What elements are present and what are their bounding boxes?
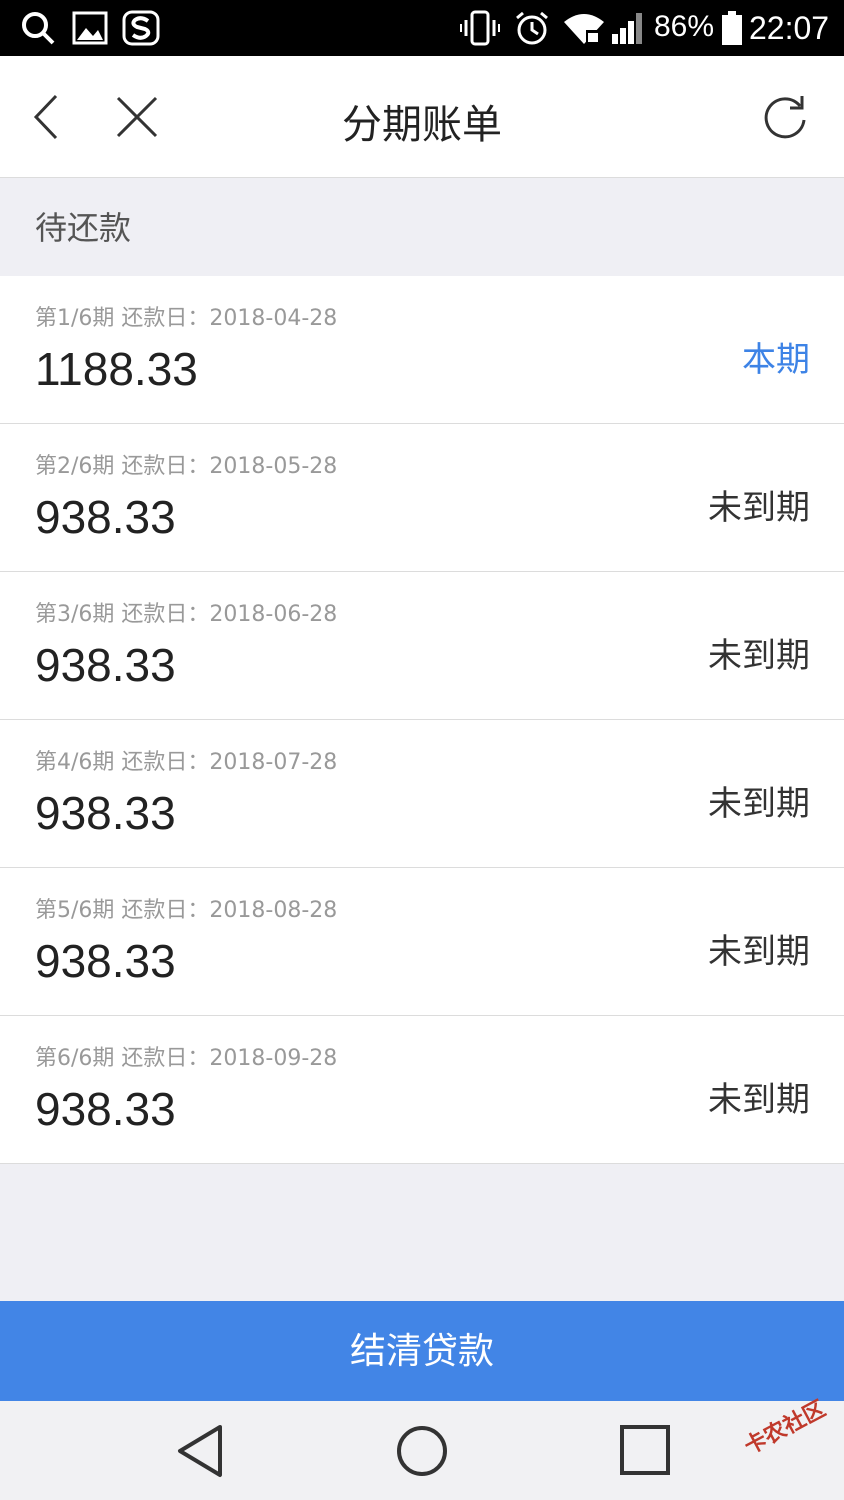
page-title: 分期账单 (342, 102, 502, 148)
refresh-icon[interactable] (760, 92, 810, 142)
installment-amount: 938.33 (35, 1083, 176, 1135)
installment-list: 第1/6期 还款日：2018-04-28 1188.33 本期 第2/6期 还款… (0, 276, 844, 1164)
installment-row[interactable]: 第4/6期 还款日：2018-07-28 938.33 未到期 (0, 720, 844, 868)
signal-icon (612, 13, 642, 44)
home-circle-icon[interactable] (392, 1423, 452, 1479)
installment-row[interactable]: 第6/6期 还款日：2018-09-28 938.33 未到期 (0, 1016, 844, 1164)
app-header: 分期账单 (0, 56, 844, 178)
installment-amount: 938.33 (35, 935, 176, 987)
status-bar: 86% 22:07 (0, 0, 844, 56)
battery-percent: 86% (654, 10, 715, 43)
installment-row[interactable]: 第5/6期 还款日：2018-08-28 938.33 未到期 (0, 868, 844, 1016)
installment-status: 未到期 (708, 784, 810, 824)
installment-amount: 938.33 (35, 491, 176, 543)
installment-amount: 938.33 (35, 787, 176, 839)
installment-meta: 第5/6期 还款日：2018-08-28 (35, 898, 338, 923)
alarm-icon (516, 11, 548, 45)
clock: 22:07 (749, 10, 830, 46)
installment-meta: 第2/6期 还款日：2018-05-28 (35, 454, 338, 479)
installment-meta: 第6/6期 还款日：2018-09-28 (35, 1046, 338, 1071)
installment-status: 本期 (742, 340, 810, 380)
installment-meta: 第4/6期 还款日：2018-07-28 (35, 750, 338, 775)
wifi-icon (564, 14, 604, 44)
system-nav-bar (0, 1401, 844, 1500)
section-label: 待还款 (35, 209, 132, 247)
vibrate-icon (460, 10, 500, 46)
installment-row[interactable]: 第3/6期 还款日：2018-06-28 938.33 未到期 (0, 572, 844, 720)
installment-meta: 第1/6期 还款日：2018-04-28 (35, 306, 338, 331)
image-icon (72, 11, 108, 45)
settle-loan-button[interactable]: 结清贷款 (0, 1301, 844, 1401)
installment-amount: 938.33 (35, 639, 176, 691)
battery-icon (722, 11, 742, 45)
installment-status: 未到期 (708, 488, 810, 528)
search-icon (22, 12, 55, 45)
back-triangle-icon[interactable] (172, 1423, 232, 1479)
installment-status: 未到期 (708, 1080, 810, 1120)
section-header: 待还款 (0, 178, 844, 276)
recents-square-icon[interactable] (614, 1423, 674, 1479)
installment-status: 未到期 (708, 932, 810, 972)
installment-status: 未到期 (708, 636, 810, 676)
installment-row[interactable]: 第2/6期 还款日：2018-05-28 938.33 未到期 (0, 424, 844, 572)
installment-amount: 1188.33 (35, 343, 198, 395)
installment-meta: 第3/6期 还款日：2018-06-28 (35, 602, 338, 627)
sogou-icon (122, 10, 160, 46)
installment-row[interactable]: 第1/6期 还款日：2018-04-28 1188.33 本期 (0, 276, 844, 424)
